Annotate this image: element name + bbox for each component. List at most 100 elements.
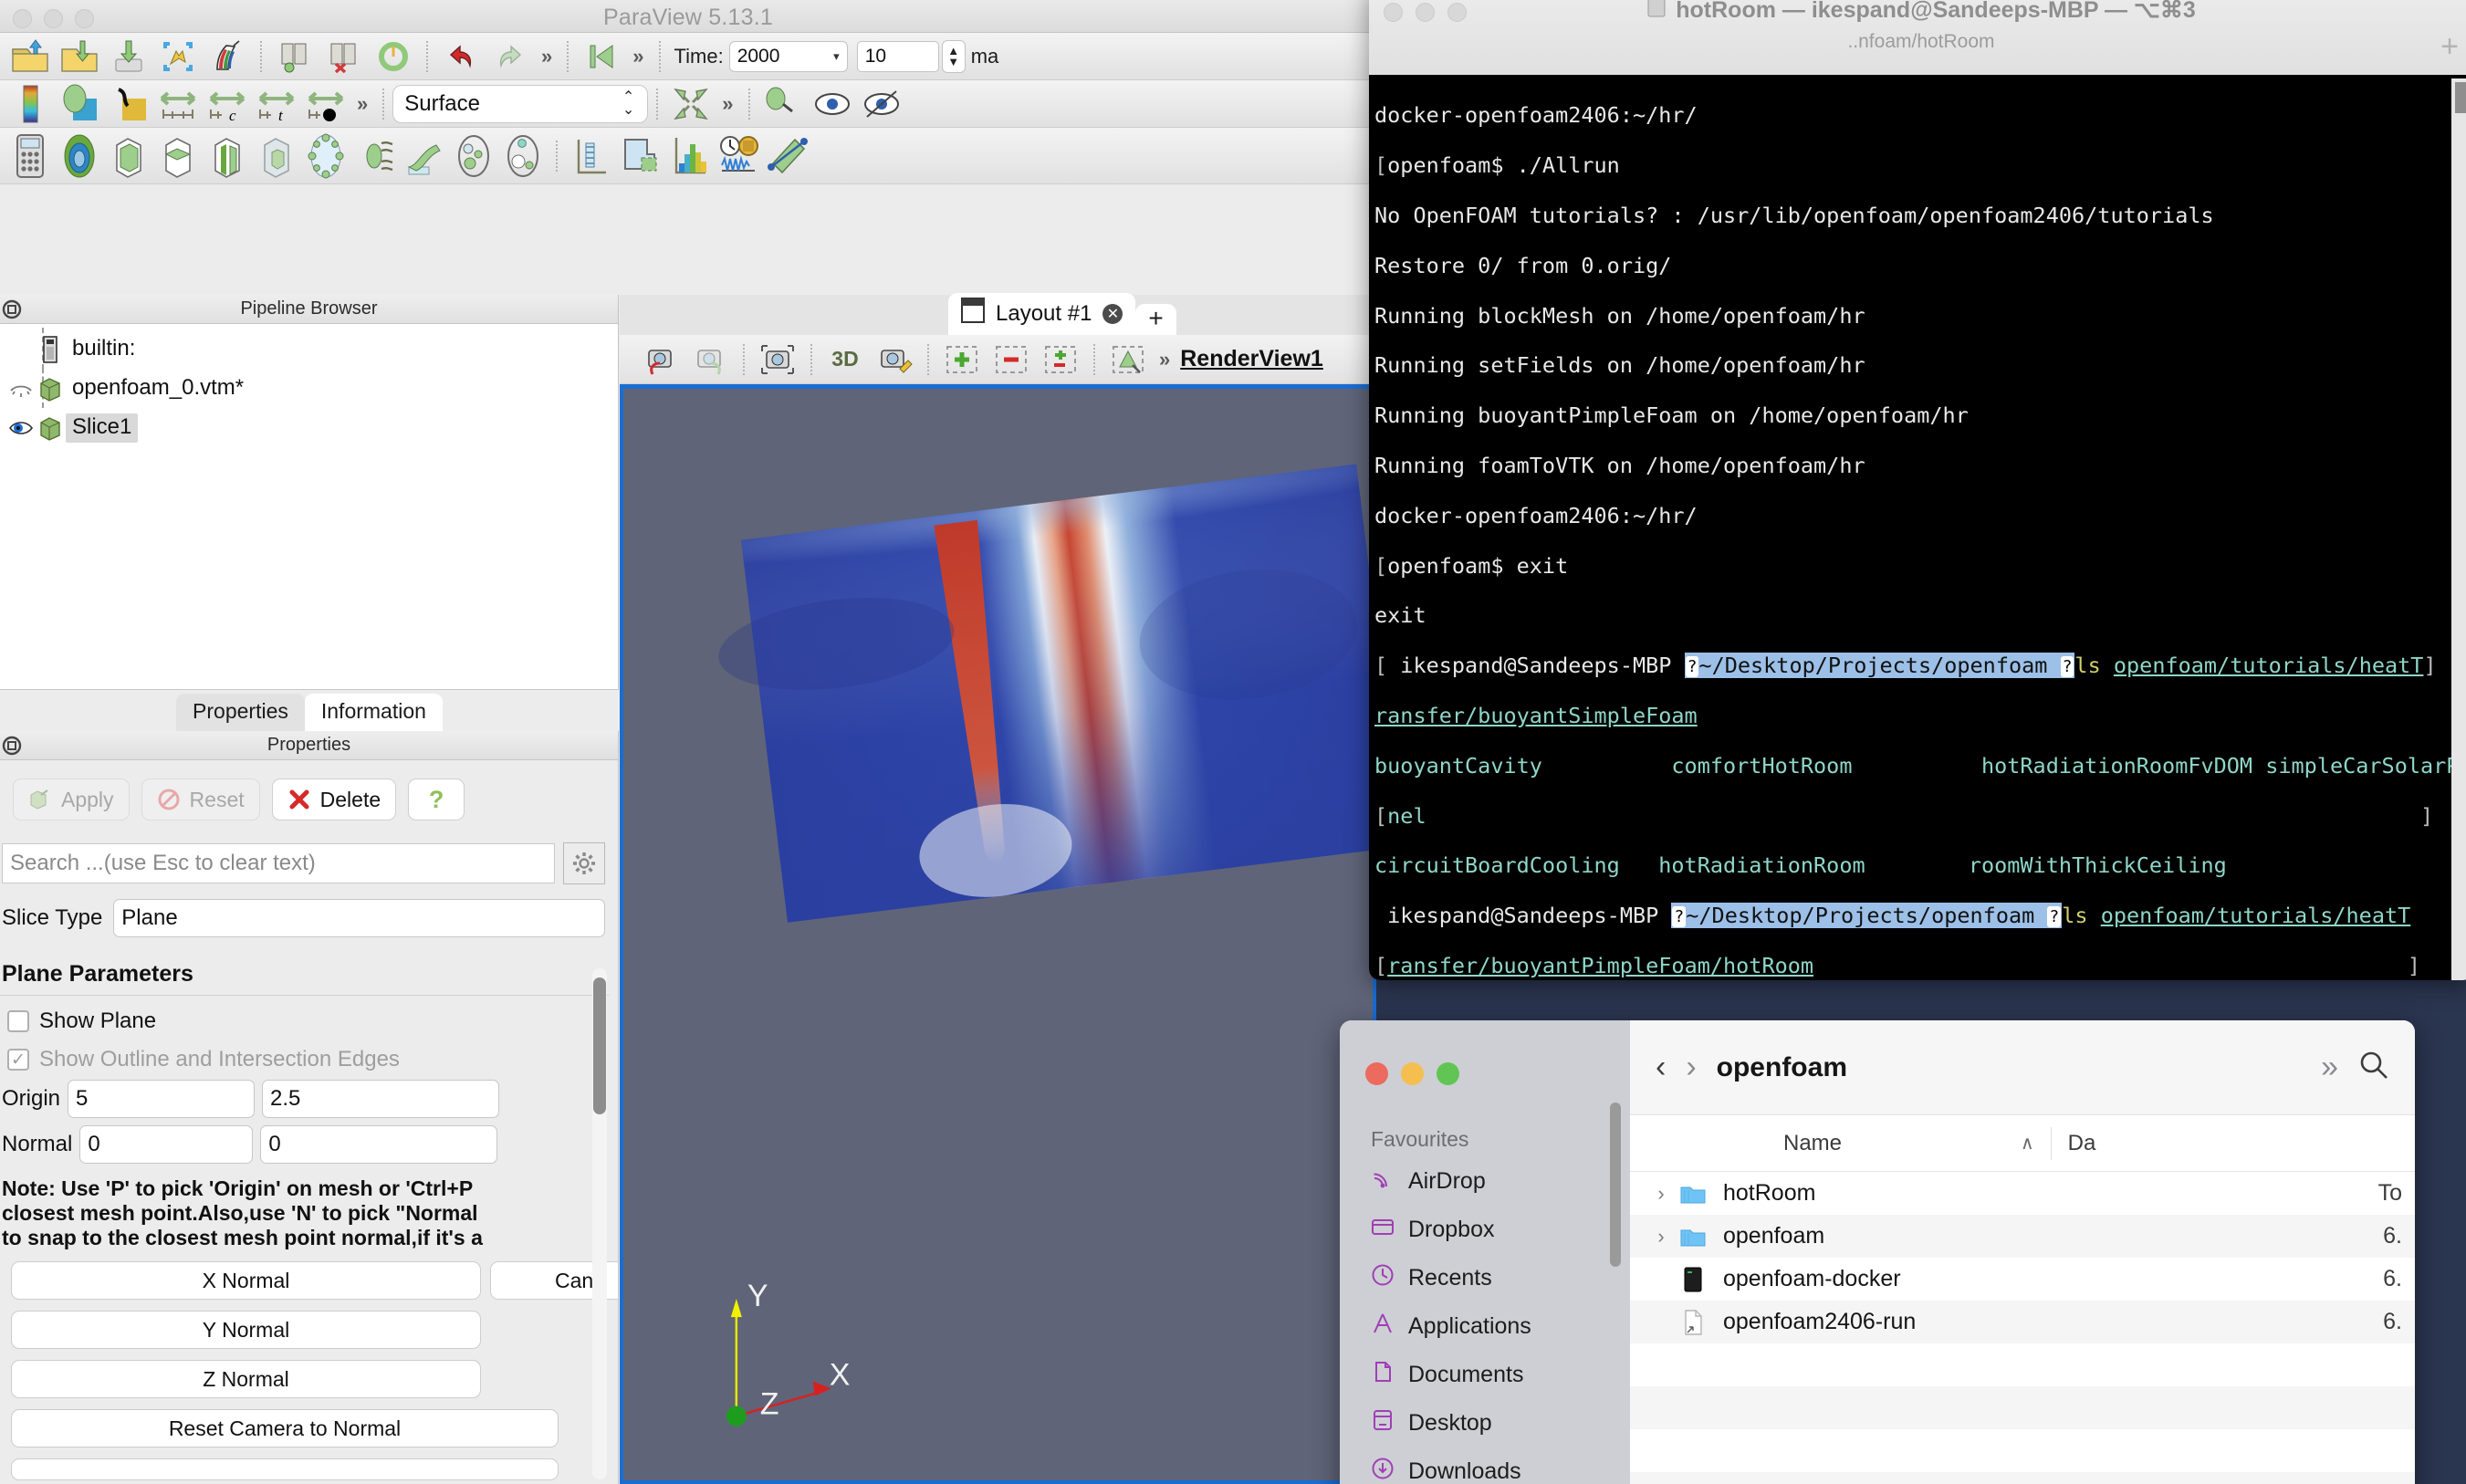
reset-range-icon[interactable] (857, 83, 906, 125)
normal-y-input[interactable]: 0 (260, 1125, 498, 1164)
terminal-output[interactable]: docker-openfoam2406:~/hr/ [openfoam$ ./A… (1369, 75, 2466, 980)
first-frame-icon[interactable] (577, 36, 626, 78)
pane-buttons[interactable] (2, 299, 22, 319)
pipeline-item-slice1[interactable]: Slice1 (0, 408, 618, 447)
vcr-overflow-icon[interactable]: » (626, 45, 650, 68)
gear-icon[interactable] (563, 842, 605, 884)
paraview-logo-icon[interactable] (203, 36, 252, 78)
camera-redo-icon[interactable] (685, 339, 735, 381)
rescale-range-c-icon[interactable]: c (203, 83, 252, 125)
save-state-icon[interactable] (104, 36, 153, 78)
finder-window-controls[interactable] (1340, 1042, 1630, 1085)
glyph-filter-icon[interactable] (301, 133, 350, 178)
sidebar-item-documents[interactable]: Documents (1340, 1351, 1630, 1399)
origin-y-input[interactable]: 2.5 (262, 1080, 500, 1118)
close-icon[interactable]: ✕ (1102, 303, 1123, 324)
table-row[interactable]: › openfoam 6. (1630, 1215, 2415, 1258)
search-icon[interactable] (2358, 1050, 2389, 1085)
sidebar-item-downloads[interactable]: Downloads (1340, 1447, 1630, 1484)
connect-server-icon[interactable] (270, 36, 319, 78)
adjust-camera-icon[interactable] (870, 339, 919, 381)
show-outline-row[interactable]: ✓ Show Outline and Intersection Edges (0, 1047, 618, 1072)
help-button[interactable]: ? (408, 779, 465, 820)
expand-arrows-icon[interactable] (666, 83, 716, 125)
plot-data-icon[interactable] (566, 135, 615, 177)
forward-icon[interactable]: › (1686, 1050, 1696, 1085)
sidebar-item-applications[interactable]: Applications (1340, 1302, 1630, 1351)
redo-icon[interactable] (486, 36, 535, 78)
tab-information[interactable]: Information (304, 694, 443, 731)
z-normal-button[interactable]: Z Normal (11, 1360, 481, 1399)
layout-tab[interactable]: Layout #1 ✕ (948, 293, 1136, 335)
back-icon[interactable]: ‹ (1656, 1050, 1666, 1085)
edit-colormap-icon[interactable] (758, 83, 808, 125)
pipeline-item-builtin[interactable]: builtin: (0, 329, 618, 369)
add-layout-button[interactable]: + (1135, 304, 1176, 335)
normal-x-input[interactable]: 0 (79, 1125, 254, 1164)
pane-buttons[interactable] (2, 736, 22, 756)
sidebar-item-recents[interactable]: Recents (1340, 1254, 1630, 1302)
extract-group-icon[interactable] (498, 134, 548, 177)
close-button[interactable] (1365, 1062, 1388, 1085)
threshold-filter-icon[interactable] (203, 135, 252, 178)
frame-index-input[interactable]: 10 (856, 40, 939, 72)
table-row[interactable]: openfoam2406-run 6. (1630, 1301, 2415, 1343)
sidebar-scrollbar[interactable] (1610, 1103, 1621, 1267)
warp-filter-icon[interactable] (400, 135, 449, 177)
rescale-visible-range-icon[interactable] (153, 83, 203, 125)
disconnect-server-icon[interactable] (319, 36, 369, 78)
save-data-icon[interactable] (55, 36, 104, 78)
invert-colormap-icon[interactable] (301, 83, 350, 125)
reset-timer-icon[interactable] (369, 36, 418, 78)
representation-select[interactable]: Surface ⌃ ⌄ (392, 84, 649, 123)
reset-camera-icon[interactable] (753, 339, 802, 381)
rescale-custom-range-icon[interactable] (104, 83, 153, 125)
reset-button[interactable]: Reset (141, 779, 260, 820)
toolbar-overflow-icon[interactable]: » (535, 45, 559, 68)
search-input[interactable]: Search ...(use Esc to clear text) (2, 843, 555, 883)
load-state-icon[interactable] (153, 36, 203, 78)
y-normal-button[interactable]: Y Normal (11, 1311, 481, 1350)
float-pane-icon[interactable] (2, 299, 22, 319)
slice-filter-icon[interactable] (153, 135, 203, 178)
color-map-icon[interactable] (5, 83, 55, 125)
zoom-button[interactable] (1437, 1062, 1459, 1085)
delete-button[interactable]: Delete (271, 779, 397, 820)
disclosure-icon[interactable]: › (1630, 1182, 1672, 1206)
view-toolbar-overflow-icon[interactable]: » (1153, 348, 1176, 371)
rescale-range-t-icon[interactable]: t (252, 83, 301, 125)
group-datasets-icon[interactable] (449, 134, 498, 177)
select-points-icon[interactable] (1103, 339, 1153, 381)
subtract-selection-icon[interactable] (987, 339, 1036, 381)
visibility-toggle[interactable] (7, 419, 35, 437)
reset-camera-to-normal-button[interactable]: Reset Camera to Normal (11, 1409, 559, 1448)
rescale-data-range-icon[interactable] (55, 83, 104, 125)
pipeline-item-openfoam[interactable]: openfoam_0.vtm* (0, 369, 618, 408)
terminal-scrollbar[interactable] (2451, 78, 2466, 980)
visibility-toggle[interactable] (7, 381, 35, 397)
time-value-combo[interactable]: 2000 ▾ (728, 40, 848, 72)
toggle-colorbar-icon[interactable] (808, 83, 857, 125)
add-selection-icon[interactable] (937, 339, 987, 381)
view-overflow-icon[interactable]: » (716, 92, 739, 116)
slice-type-select[interactable]: Plane (113, 899, 605, 937)
minimize-button[interactable] (1401, 1062, 1424, 1085)
sidebar-item-desktop[interactable]: Desktop (1340, 1399, 1630, 1447)
column-name[interactable]: Name (1630, 1131, 1842, 1156)
table-row[interactable]: › hotRoom To (1630, 1172, 2415, 1215)
extract-subset-icon[interactable] (252, 135, 301, 178)
sidebar-item-airdrop[interactable]: AirDrop (1340, 1157, 1630, 1206)
table-row[interactable]: openfoam-docker 6. (1630, 1258, 2415, 1301)
render-viewport[interactable]: Y X Z (620, 384, 1404, 1484)
show-plane-row[interactable]: Show Plane (0, 1008, 618, 1034)
show-outline-checkbox[interactable]: ✓ (7, 1049, 29, 1071)
clip-filter-icon[interactable] (104, 135, 153, 178)
repr-overflow-icon[interactable]: » (350, 92, 374, 116)
undo-icon[interactable] (436, 36, 486, 78)
calculator-icon[interactable] (5, 133, 55, 178)
extract-selection-icon[interactable] (615, 135, 664, 177)
sidebar-item-dropbox[interactable]: Dropbox (1340, 1206, 1630, 1254)
toggle-3d-button[interactable]: 3D (820, 339, 870, 381)
stepper-down-icon[interactable]: ▼ (947, 56, 959, 68)
origin-x-input[interactable]: 5 (68, 1080, 256, 1118)
